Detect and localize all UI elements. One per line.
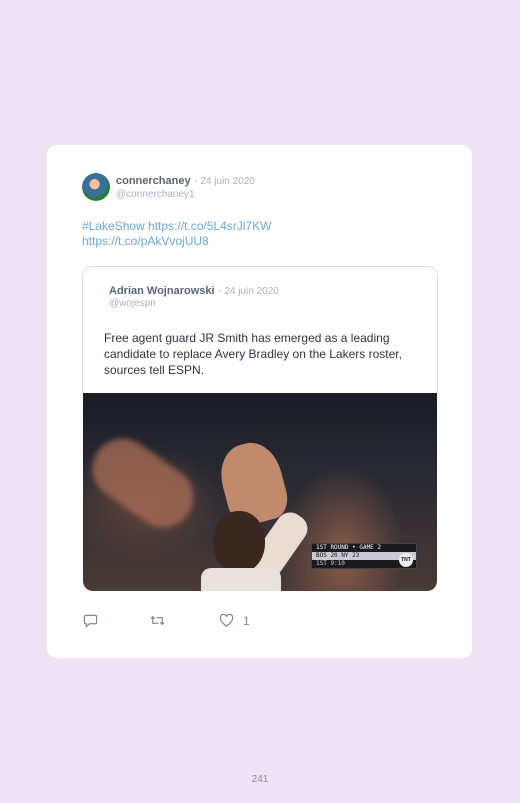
media-figure-arm <box>83 426 206 540</box>
tweet-card: connerchaney · 24 juin 2020 @connerchane… <box>47 145 472 658</box>
quote-handle[interactable]: @wojespn <box>109 298 156 309</box>
quote-author-name[interactable]: Adrian Wojnarowski <box>109 285 215 297</box>
network-logo: TNT <box>399 553 413 567</box>
like-count: 1 <box>243 613 250 628</box>
heart-icon <box>219 613 234 627</box>
like-button[interactable]: 1 <box>219 613 250 628</box>
media-gif[interactable]: 1ST ROUND • GAME 2 BOS 20 NY 23 1ST 9:10… <box>83 393 437 591</box>
date-separator: · <box>193 175 198 187</box>
author-name[interactable]: connerchaney · 24 juin 2020 <box>116 175 255 187</box>
reply-icon <box>83 614 98 628</box>
tweet-date[interactable]: 24 juin 2020 <box>200 176 255 187</box>
quoted-tweet[interactable]: Adrian Wojnarowski · 24 juin 2020 @wojes… <box>82 266 438 392</box>
tweet-link-line1[interactable]: #LakeShow https://t.co/5L4srJl7KW <box>82 219 442 234</box>
avatar[interactable] <box>82 173 110 201</box>
author-handle[interactable]: @connerchaney1 <box>116 189 195 200</box>
tweet-link-line2[interactable]: https://t.co/pAkVvojUU8 <box>82 234 442 249</box>
quote-date-separator: · <box>217 285 222 297</box>
author-name-text[interactable]: connerchaney <box>116 175 191 187</box>
retweet-icon <box>150 615 165 626</box>
page-number: 241 <box>251 774 269 785</box>
retweet-button[interactable] <box>150 613 165 628</box>
tweet-text: #LakeShow https://t.co/5L4srJl7KW https:… <box>82 219 442 249</box>
quote-author[interactable]: Adrian Wojnarowski · 24 juin 2020 <box>109 285 279 297</box>
quote-text: Free agent guard JR Smith has emerged as… <box>104 331 402 377</box>
scorebug-header: 1ST ROUND • GAME 2 <box>316 544 382 551</box>
media-figure-head <box>213 511 265 573</box>
media-figure-jersey <box>201 568 281 591</box>
quote-date[interactable]: 24 juin 2020 <box>224 286 279 297</box>
reply-button[interactable] <box>83 613 98 628</box>
